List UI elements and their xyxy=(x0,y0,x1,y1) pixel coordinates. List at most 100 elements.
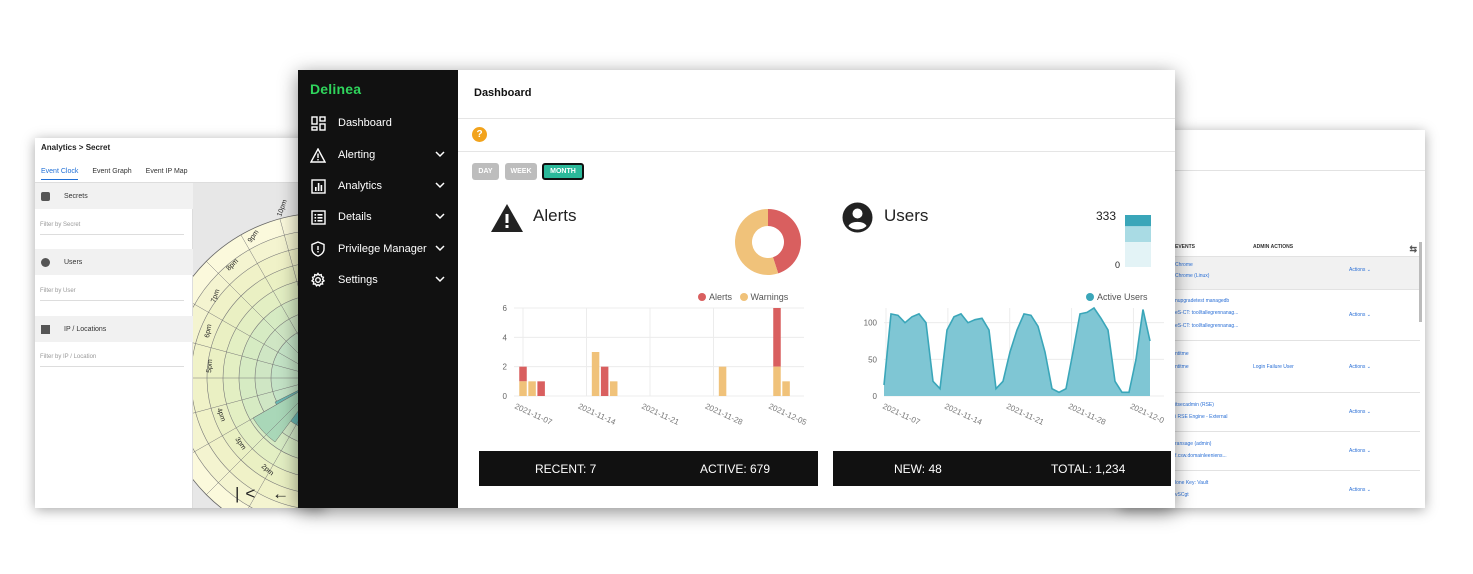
range-week-button[interactable]: WEEK xyxy=(505,163,537,180)
filter-section-secrets[interactable]: Secrets xyxy=(35,183,193,209)
bar-alerts xyxy=(519,366,527,382)
users-gauge-max: 333 xyxy=(1096,209,1117,223)
clock-label: 5pm xyxy=(206,359,214,373)
scrollbar[interactable] xyxy=(1419,242,1422,322)
alerts-chart-legend: Alerts Warnings xyxy=(698,292,788,302)
sidebar-item-alerting[interactable]: Alerting xyxy=(310,144,450,166)
x-tick-label: 2021-11-07 xyxy=(513,402,554,427)
chevron-down-icon xyxy=(435,182,445,189)
legend-label: Warnings xyxy=(750,292,789,302)
page-title: Dashboard xyxy=(474,87,532,99)
x-tick-label: 2021-11-28 xyxy=(704,402,745,427)
clock-label: 10pm xyxy=(276,199,289,218)
sidebar-item-dashboard[interactable]: Dashboard xyxy=(310,112,450,134)
actions-dropdown[interactable]: Actions ⌄ xyxy=(1349,312,1371,318)
secret-filter-input[interactable]: Filter by Secret xyxy=(40,222,184,235)
range-day-button[interactable]: DAY xyxy=(472,163,499,180)
bar-warnings xyxy=(773,366,781,396)
sidebar-item-label: Privilege Manager xyxy=(338,243,427,255)
x-tick-label: 2021-12-05 xyxy=(767,402,808,428)
event-link[interactable]: itsecadmin (RSE) xyxy=(1175,402,1214,408)
y-tick-label: 100 xyxy=(864,319,878,328)
account-circle-icon xyxy=(842,202,873,233)
tab-event-graph[interactable]: Event Graph xyxy=(92,168,131,180)
total-users-count: TOTAL: 1,234 xyxy=(1051,462,1126,476)
gear-icon xyxy=(310,272,326,288)
sidebar-item-privilege-manager[interactable]: Privilege Manager xyxy=(310,238,450,260)
event-link[interactable]: ransage (admin) xyxy=(1175,441,1211,447)
y-tick-label: 2 xyxy=(503,363,508,372)
sidebar-item-label: Analytics xyxy=(338,180,383,192)
alert-triangle-icon xyxy=(310,147,326,163)
list-icon xyxy=(310,209,326,225)
users-card-title: Users xyxy=(884,206,929,225)
event-link[interactable]: Chrome (Linux) xyxy=(1175,273,1209,279)
event-link[interactable]: eS-CT: tool/tallegrennanag... xyxy=(1175,323,1238,329)
event-link[interactable]: ntitme xyxy=(1175,351,1189,357)
bar-warnings xyxy=(609,381,618,396)
y-tick-label: 4 xyxy=(503,333,508,342)
sidebar-item-analytics[interactable]: Analytics xyxy=(310,175,450,197)
filter-panel: Secrets Filter by Secret Users Filter by… xyxy=(35,183,193,508)
tab-event-clock[interactable]: Event Clock xyxy=(41,168,79,180)
actions-dropdown[interactable]: Actions ⌄ xyxy=(1349,448,1371,454)
alerts-stats-bar: RECENT: 7 ACTIVE: 679 xyxy=(479,451,818,486)
bar-warnings xyxy=(591,352,600,396)
filter-section-label: Secrets xyxy=(64,192,88,200)
help-icon[interactable]: ? xyxy=(472,127,487,142)
alerts-card-title: Alerts xyxy=(533,206,577,225)
chevron-down-icon xyxy=(435,213,445,220)
y-tick-label: 0 xyxy=(503,392,508,401)
sidebar-item-settings[interactable]: Settings xyxy=(310,269,450,291)
event-link[interactable]: i RSE Engine - External xyxy=(1175,414,1228,420)
tab-event-ip-map[interactable]: Event IP Map xyxy=(146,168,188,180)
actions-dropdown[interactable]: Actions ⌄ xyxy=(1349,409,1371,415)
sidebar-item-label: Settings xyxy=(338,274,378,286)
bar-warnings xyxy=(782,381,790,396)
bar-warnings xyxy=(519,381,527,396)
x-tick-label: 2021-11-07 xyxy=(881,402,922,427)
actions-dropdown[interactable]: Actions ⌄ xyxy=(1349,364,1371,370)
gauge-segment xyxy=(1125,226,1151,243)
event-link[interactable]: eS-CT: tool/tallegrennanag... xyxy=(1175,310,1238,316)
clock-nav-buttons[interactable]: |< ← xyxy=(235,484,295,504)
sidebar-item-details[interactable]: Details xyxy=(310,206,450,228)
event-link[interactable]: ntitme xyxy=(1175,364,1189,370)
event-link[interactable]: vSCgt xyxy=(1175,492,1189,498)
event-link[interactable]: f.csw.domainleeniens... xyxy=(1175,453,1227,459)
event-link[interactable]: lone Key: Vault xyxy=(1175,480,1208,486)
bar-alerts xyxy=(773,308,781,367)
new-users-count: NEW: 48 xyxy=(894,462,942,476)
column-settings-icon[interactable]: ⇆ xyxy=(1409,244,1417,255)
column-header-events: EVENTS xyxy=(1175,244,1196,250)
alerts-bar-chart: 0 2 4 6 2021-11-07 2021-11-14 2021-11-21 2021-1… xyxy=(503,304,809,428)
bar-warnings xyxy=(718,366,727,396)
filter-section-users[interactable]: Users xyxy=(35,249,193,275)
user-filter-input[interactable]: Filter by User xyxy=(40,288,184,301)
column-header-admin-actions: ADMIN ACTIONS xyxy=(1253,244,1294,250)
admin-action-link[interactable]: Login Failure User xyxy=(1253,364,1294,370)
filter-section-label: IP / Locations xyxy=(64,325,107,333)
range-month-button[interactable]: MONTH xyxy=(542,163,584,180)
shield-icon xyxy=(310,241,326,257)
recent-alerts-count: RECENT: 7 xyxy=(535,462,597,476)
actions-dropdown[interactable]: Actions ⌄ xyxy=(1349,487,1371,493)
filter-section-label: Users xyxy=(64,258,83,266)
sidebar-item-label: Alerting xyxy=(338,149,376,161)
actions-dropdown[interactable]: Actions ⌄ xyxy=(1349,267,1371,273)
legend-swatch xyxy=(1086,293,1094,301)
legend-swatch xyxy=(739,293,748,301)
delinea-logo[interactable]: Delinea xyxy=(310,81,361,97)
ip-filter-input[interactable]: Filter by IP / Location xyxy=(40,354,184,367)
x-tick-label: 2021-11-28 xyxy=(1067,402,1108,427)
y-tick-label: 50 xyxy=(868,355,877,364)
filter-section-ip-locations[interactable]: IP / Locations xyxy=(35,316,193,342)
legend-label: Active Users xyxy=(1097,292,1148,302)
chevron-down-icon xyxy=(435,245,445,252)
chevron-down-icon xyxy=(435,276,445,283)
analytics-tabs: Event Clock Event Graph Event IP Map xyxy=(41,168,188,180)
event-link[interactable]: nupgradetest managedb xyxy=(1175,298,1229,304)
event-link[interactable]: Chrome xyxy=(1175,262,1193,268)
lock-icon xyxy=(41,191,50,201)
legend-swatch xyxy=(698,293,706,301)
